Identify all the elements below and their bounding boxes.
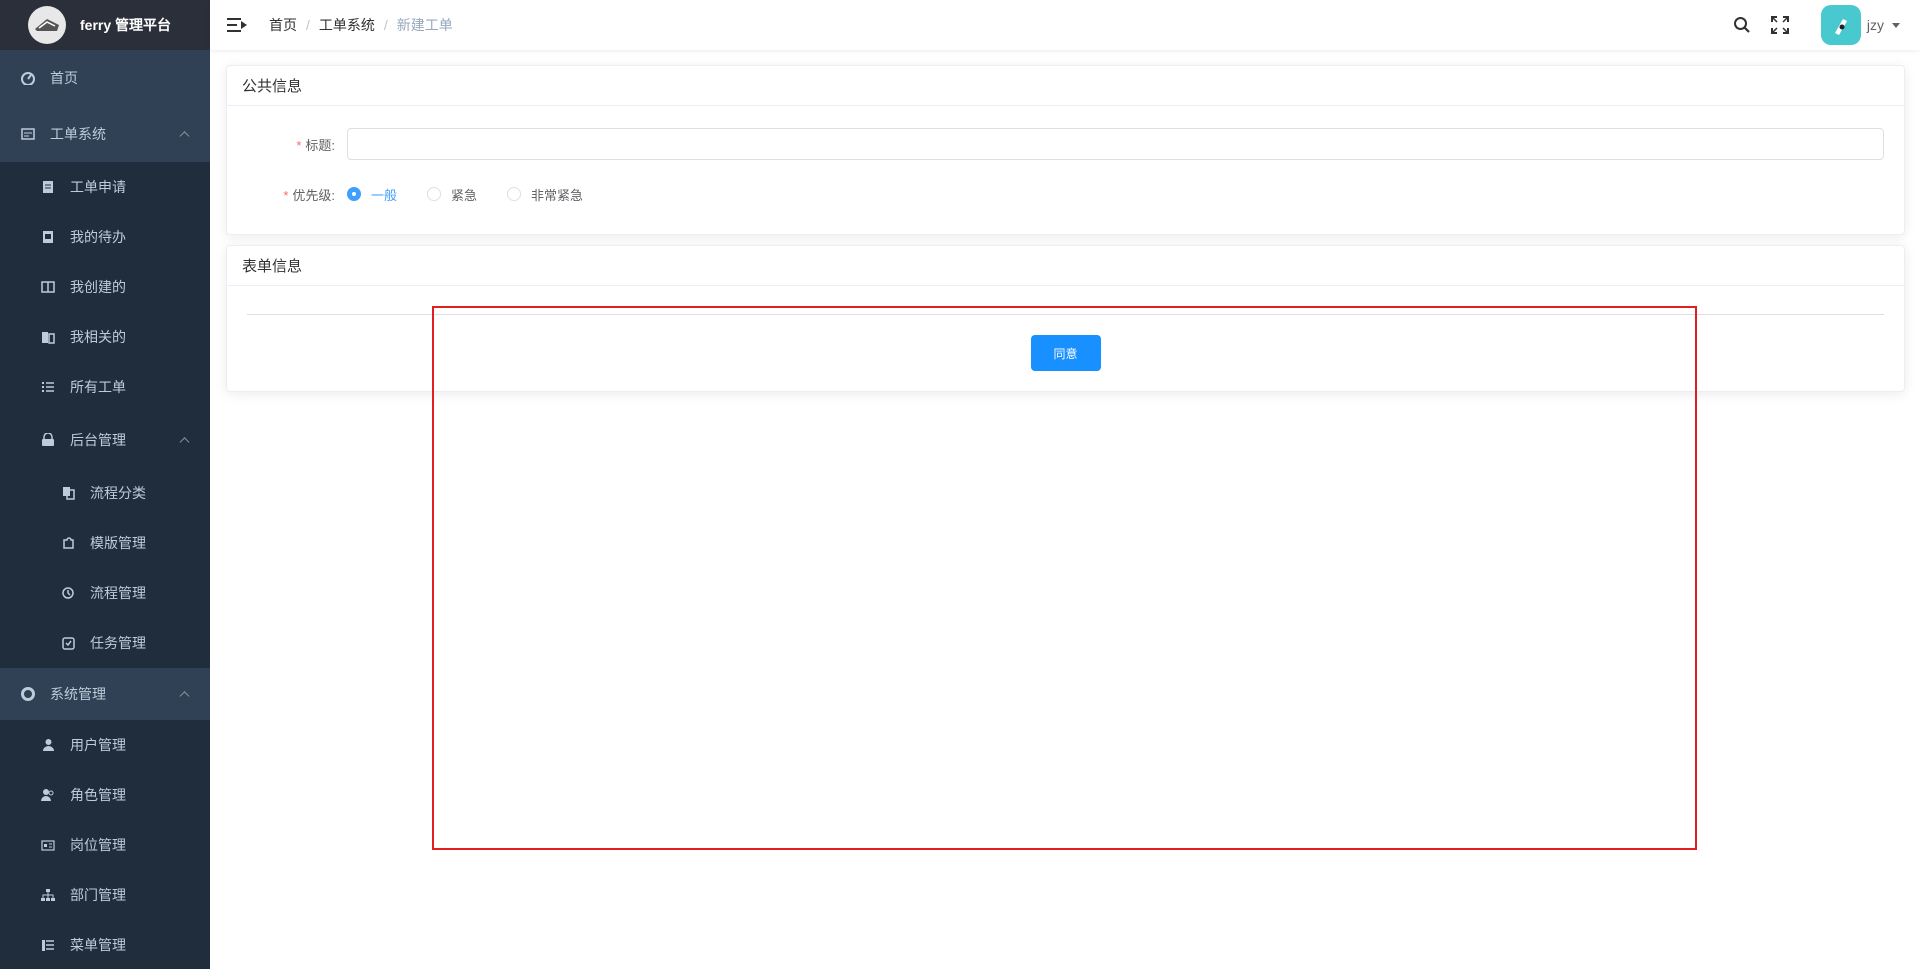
title-label: * 标题:	[296, 137, 335, 153]
priority-radio-urgent[interactable]: 紧急	[427, 185, 477, 204]
breadcrumb-home[interactable]: 首页	[269, 15, 297, 35]
sidebar-item-task[interactable]: 任务管理	[0, 618, 210, 668]
sidebar-item-created[interactable]: 我创建的	[0, 262, 210, 312]
public-info-card: 公共信息 * 标题: * 优先级: 一般 紧急 非常紧急	[226, 65, 1905, 235]
todo-icon	[40, 229, 56, 245]
sidebar-item-flow[interactable]: 流程管理	[0, 568, 210, 618]
sidebar-item-label: 我的待办	[70, 229, 126, 245]
avatar[interactable]	[1820, 5, 1861, 45]
sidebar-item-home[interactable]: 首页	[0, 50, 210, 106]
logo-icon	[28, 6, 66, 44]
sidebar-item-label: 后台管理	[70, 432, 126, 448]
card-title: 公共信息	[227, 66, 1904, 106]
sidebar-item-label: 岗位管理	[70, 837, 126, 853]
breadcrumb-current: 新建工单	[396, 17, 453, 33]
sidebar-item-system[interactable]: 系统管理	[0, 668, 210, 720]
sidebar-item-label: 用户管理	[70, 737, 126, 753]
priority-label: * 优先级:	[283, 187, 335, 203]
settings-icon	[20, 686, 36, 702]
book-icon	[40, 279, 56, 295]
menu-icon	[40, 937, 56, 953]
copy-icon	[60, 485, 76, 501]
sidebar-item-workorder[interactable]: 工单系统	[0, 106, 210, 162]
sidebar-item-label: 菜单管理	[70, 937, 126, 953]
sidebar-item-label: 工单系统	[50, 126, 106, 142]
sidebar-item-todo[interactable]: 我的待办	[0, 212, 210, 262]
user-icon	[40, 737, 56, 753]
priority-radio-group: 一般 紧急 非常紧急	[347, 185, 613, 204]
title-input[interactable]	[347, 128, 1884, 160]
card-title: 表单信息	[227, 246, 1904, 286]
radio-icon	[507, 187, 522, 201]
post-icon	[40, 837, 56, 853]
priority-radio-normal[interactable]: 一般	[347, 185, 397, 204]
sidebar-item-related[interactable]: 我相关的	[0, 312, 210, 362]
sidebar-item-post[interactable]: 岗位管理	[0, 820, 210, 870]
sidebar-item-dept[interactable]: 部门管理	[0, 870, 210, 920]
workorder-icon	[20, 126, 36, 142]
highlight-box	[432, 306, 1697, 850]
breadcrumb-separator: /	[306, 17, 310, 33]
breadcrumb: 首页 / 工单系统 / 新建工单	[269, 15, 453, 35]
sidebar-item-label: 所有工单	[70, 379, 126, 395]
sidebar-item-label: 角色管理	[70, 787, 126, 803]
sidebar-item-all[interactable]: 所有工单	[0, 362, 210, 412]
caret-down-icon[interactable]	[1892, 22, 1900, 28]
app-title: ferry 管理平台	[80, 17, 172, 33]
sidebar-item-label: 工单申请	[70, 179, 126, 195]
radio-icon	[427, 187, 442, 201]
list-icon	[40, 379, 56, 395]
sidebar-item-label: 我创建的	[70, 279, 126, 295]
lock-icon	[40, 432, 56, 448]
right-menu: jzy	[1731, 0, 1920, 50]
search-icon[interactable]	[1731, 14, 1753, 36]
chevron-up-icon	[179, 437, 190, 448]
form-icon	[40, 179, 56, 195]
sidebar-item-label: 我相关的	[70, 329, 126, 345]
flow-icon	[60, 585, 76, 601]
sidebar: ferry 管理平台 首页 工单系统 工单申请 我的待办 我创建的 我相关的 所…	[0, 0, 210, 969]
fullscreen-icon[interactable]	[1769, 14, 1791, 36]
hamburger-icon[interactable]	[227, 17, 247, 33]
dashboard-icon	[20, 70, 36, 86]
puzzle-icon	[60, 535, 76, 551]
sidebar-item-label: 流程管理	[90, 585, 146, 601]
logo[interactable]: ferry 管理平台	[0, 0, 210, 50]
sidebar-item-label: 首页	[50, 70, 78, 86]
sidebar-item-label: 任务管理	[90, 635, 146, 651]
sidebar-item-menu[interactable]: 菜单管理	[0, 920, 210, 969]
task-icon	[60, 635, 76, 651]
sidebar-item-label: 部门管理	[70, 887, 126, 903]
sidebar-item-backend[interactable]: 后台管理	[0, 412, 210, 468]
sidebar-item-role[interactable]: 角色管理	[0, 770, 210, 820]
tree-icon	[40, 887, 56, 903]
breadcrumb-workorder[interactable]: 工单系统	[319, 15, 375, 35]
sidebar-item-user[interactable]: 用户管理	[0, 720, 210, 770]
radio-checked-icon	[347, 187, 361, 201]
chevron-up-icon	[179, 131, 190, 142]
sidebar-item-category[interactable]: 流程分类	[0, 468, 210, 518]
breadcrumb-separator: /	[383, 17, 388, 33]
navbar: 首页 / 工单系统 / 新建工单 jzy	[210, 0, 1920, 50]
username[interactable]: jzy	[1867, 17, 1884, 33]
peoples-icon	[40, 787, 56, 803]
chevron-up-icon	[179, 691, 190, 702]
sidebar-item-label: 流程分类	[90, 485, 146, 501]
sidebar-item-template[interactable]: 模版管理	[0, 518, 210, 568]
sidebar-item-label: 系统管理	[50, 686, 106, 702]
priority-radio-very-urgent[interactable]: 非常紧急	[507, 185, 583, 204]
sidebar-item-apply[interactable]: 工单申请	[0, 162, 210, 212]
related-icon	[40, 329, 56, 345]
sidebar-item-label: 模版管理	[90, 535, 146, 551]
